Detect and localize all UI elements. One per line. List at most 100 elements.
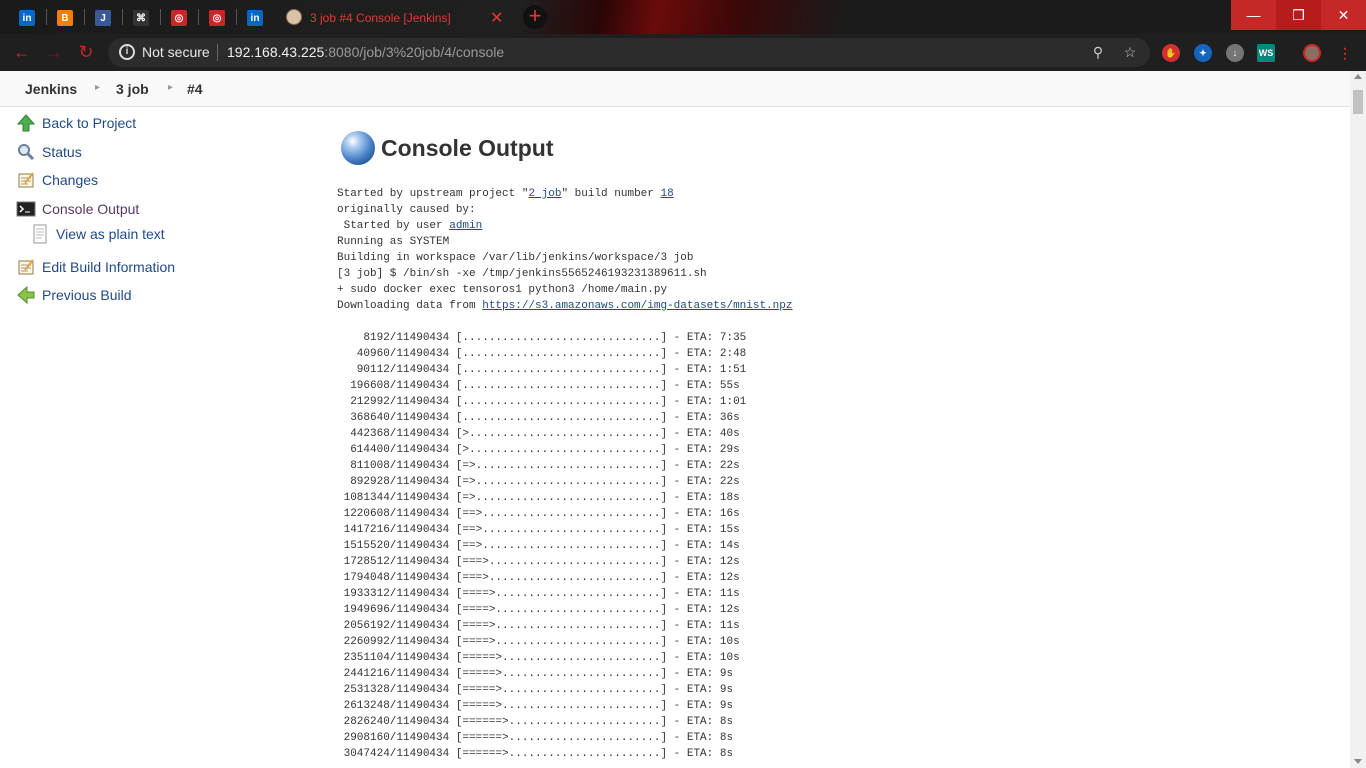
console-line: + sudo docker exec tensoros1 python3 /ho… [337, 284, 668, 296]
scroll-up-icon[interactable] [1354, 74, 1362, 79]
minimize-button[interactable]: — [1231, 0, 1276, 30]
upstream-project-link[interactable]: 2 job [528, 188, 561, 200]
progress-line: 196608/11490434 [.......................… [337, 380, 740, 392]
progress-line: 614400/11490434 [>......................… [337, 444, 740, 456]
console-line: originally caused by: [337, 204, 476, 216]
console-line: Building in workspace /var/lib/jenkins/w… [337, 252, 694, 264]
sidebar-item-previous-build[interactable]: Previous Build [16, 284, 132, 306]
build-status-ball-icon [341, 131, 375, 165]
sidebar-item-console-output[interactable]: Console Output [16, 198, 139, 220]
progress-line: 1417216/11490434 [==>...................… [337, 524, 740, 536]
progress-line: 212992/11490434 [.......................… [337, 396, 747, 408]
back-arrow-icon[interactable]: ← [12, 42, 32, 62]
profile-avatar[interactable] [1303, 44, 1321, 62]
console-output: Started by upstream project "2 job" buil… [337, 186, 1337, 762]
download-extension-icon[interactable]: ↓ [1226, 44, 1244, 62]
sidebar-item-edit-build-information[interactable]: Edit Build Information [16, 256, 175, 278]
pinned-tab[interactable]: in [14, 5, 40, 31]
tab-separator [46, 9, 47, 25]
page-title: Console Output [381, 134, 554, 161]
progress-line: 1933312/11490434 [====>.................… [337, 588, 740, 600]
sidebar-label: Status [42, 144, 82, 160]
scroll-thumb[interactable] [1353, 90, 1363, 114]
page-scrollbar[interactable] [1350, 71, 1366, 768]
progress-line: 2826240/11490434 [======>...............… [337, 716, 734, 728]
url-host: 192.168.43.225 [227, 44, 325, 60]
bookmark-star-icon[interactable]: ☆ [1122, 44, 1138, 60]
progress-line: 2056192/11490434 [====>.................… [337, 620, 740, 632]
progress-line: 2441216/11490434 [=====>................… [337, 668, 734, 680]
progress-line: 368640/11490434 [.......................… [337, 412, 740, 424]
menu-kebab-icon[interactable]: ⋮ [1336, 44, 1354, 62]
jenkins-icon: J [95, 10, 111, 26]
document-icon [30, 224, 50, 244]
breadcrumb-job[interactable]: 3 job [116, 81, 149, 97]
security-label[interactable]: Not secure [142, 44, 210, 60]
console-line: Started by user admin [337, 218, 1337, 234]
progress-line: 1949696/11490434 [====>.................… [337, 604, 740, 616]
address-bar[interactable]: i Not secure 192.168.43.225:8080/job/3%2… [108, 38, 1150, 67]
pinned-tab[interactable]: in [242, 5, 268, 31]
page-heading: Console Output [341, 130, 553, 166]
pinned-tab[interactable]: B [52, 5, 78, 31]
console-line: Running as SYSTEM [337, 236, 450, 248]
left-arrow-icon [16, 285, 36, 305]
progress-line: 1515520/11490434 [==>...................… [337, 540, 740, 552]
pinned-tab[interactable]: ◎ [166, 5, 192, 31]
magnifier-icon [16, 142, 36, 162]
active-tab[interactable]: 3 job #4 Console [Jenkins] ✕ [272, 2, 516, 34]
adblock-extension-icon[interactable]: ✋ [1162, 44, 1180, 62]
breadcrumb-build[interactable]: #4 [187, 81, 203, 97]
linkedin-icon: in [19, 10, 35, 26]
reload-icon[interactable]: ↻ [76, 42, 96, 62]
console-line: [3 job] $ /bin/sh -xe /tmp/jenkins556524… [337, 268, 707, 280]
tab-separator [122, 9, 123, 25]
progress-line: 1728512/11490434 [===>..................… [337, 556, 740, 568]
github-icon: ⌘ [133, 10, 149, 26]
progress-line: 892928/11490434 [=>.....................… [337, 476, 740, 488]
close-window-button[interactable]: ✕ [1321, 0, 1366, 30]
progress-line: 90112/11490434 [........................… [337, 364, 747, 376]
pinned-tab[interactable]: ⌘ [128, 5, 154, 31]
console-text: Started by upstream project " [337, 188, 529, 200]
progress-line: 40960/11490434 [........................… [337, 348, 747, 360]
browser-tab-strip: in B J ⌘ ◎ ◎ in 3 job #4 Console [Jenkins] ✕ +… [0, 0, 1366, 34]
sidebar-label: Changes [42, 172, 99, 188]
build-number-link[interactable]: 18 [660, 188, 673, 200]
tab-separator [236, 9, 237, 25]
breadcrumb-jenkins[interactable]: Jenkins [25, 81, 77, 97]
info-icon[interactable]: i [119, 44, 135, 60]
sidebar-label: Console Output [42, 201, 140, 217]
sidebar-item-status[interactable]: Status [16, 141, 82, 163]
sidebar-label: Back to Project [42, 115, 137, 131]
linkedin-icon: in [247, 10, 263, 26]
sidebar-item-back-to-project[interactable]: Back to Project [16, 112, 136, 134]
console-text: Started by user [337, 220, 450, 232]
close-tab-icon[interactable]: ✕ [490, 8, 503, 28]
sidebar-label: Edit Build Information [42, 259, 176, 275]
progress-line: 2908160/11490434 [======>...............… [337, 732, 734, 744]
zoom-icon[interactable]: ⚲ [1090, 44, 1106, 60]
scroll-down-icon[interactable] [1354, 759, 1362, 764]
extension-icon[interactable]: ✦ [1194, 44, 1212, 62]
breadcrumb-arrow-icon[interactable]: ▸ [168, 82, 173, 93]
omnibox-divider [217, 44, 218, 61]
breadcrumb-arrow-icon[interactable]: ▸ [95, 82, 100, 93]
progress-line: 3047424/11490434 [======>...............… [337, 748, 734, 760]
new-tab-button[interactable]: + [523, 5, 547, 29]
tab-separator [84, 9, 85, 25]
dataset-download-link[interactable]: https://s3.amazonaws.com/img-datasets/mn… [482, 300, 792, 312]
console-text: " build number [561, 188, 661, 200]
restore-button[interactable]: ❐ [1276, 0, 1321, 30]
progress-line: 1081344/11490434 [=>....................… [337, 492, 740, 504]
forward-arrow-icon[interactable]: → [44, 42, 64, 62]
pinned-tab[interactable]: ◎ [204, 5, 230, 31]
sidebar-item-view-plain-text[interactable]: View as plain text [30, 223, 165, 245]
ws-extension-icon[interactable]: WS [1257, 44, 1275, 62]
console-line: Downloading data from https://s3.amazona… [337, 298, 1337, 314]
sidebar-item-changes[interactable]: Changes [16, 169, 98, 191]
pinned-tab[interactable]: J [90, 5, 116, 31]
globe-icon: ◎ [209, 10, 225, 26]
url-text[interactable]: 192.168.43.225:8080/job/3%20job/4/consol… [227, 44, 504, 60]
user-link[interactable]: admin [449, 220, 482, 232]
